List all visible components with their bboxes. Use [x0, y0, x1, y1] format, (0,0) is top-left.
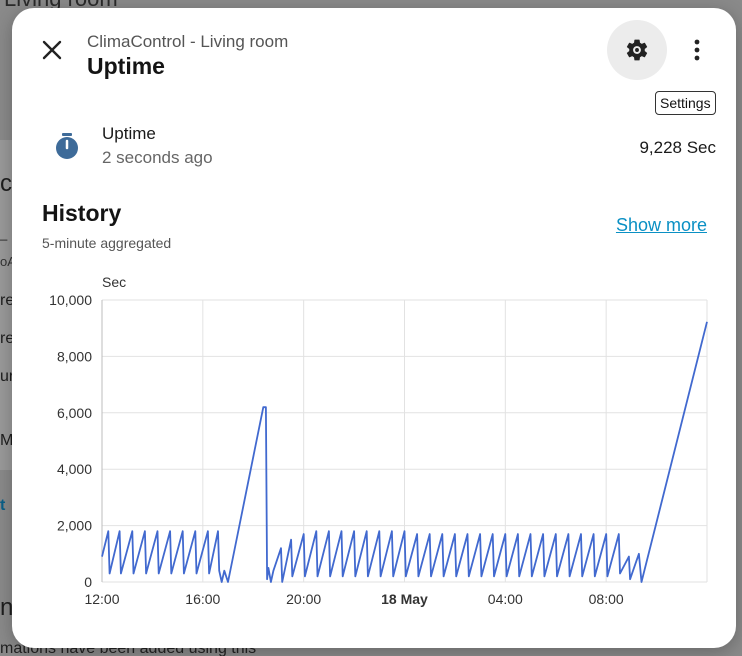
dialog-subtitle: ClimaControl - Living room: [87, 32, 289, 51]
y-axis-label: Sec: [102, 274, 126, 290]
x-tick-label: 12:00: [84, 591, 119, 607]
y-tick-label: 2,000: [57, 518, 92, 534]
entity-state-value: 9,228 Sec: [639, 138, 716, 157]
timer-icon: [56, 133, 78, 159]
x-tick-label: 18 May: [381, 591, 428, 607]
y-tick-label: 8,000: [57, 348, 92, 364]
y-tick-label: 0: [84, 574, 92, 590]
y-tick-label: 10,000: [49, 292, 92, 308]
entity-name: Uptime: [102, 124, 156, 143]
x-tick-label: 16:00: [185, 591, 220, 607]
show-more-link[interactable]: Show more: [616, 215, 707, 236]
y-tick-label: 4,000: [57, 461, 92, 477]
y-tick-label: 6,000: [57, 405, 92, 421]
entity-last-changed: 2 seconds ago: [102, 148, 213, 167]
background-text: c: [0, 170, 12, 197]
x-tick-label: 08:00: [589, 591, 624, 607]
x-tick-label: 20:00: [286, 591, 321, 607]
dialog-title: Uptime: [87, 53, 165, 79]
settings-tooltip: Settings: [655, 91, 716, 115]
more-vert-icon: [694, 39, 700, 61]
entity-row[interactable]: Uptime 2 seconds ago 9,228 Sec: [52, 121, 716, 173]
close-icon: [42, 40, 62, 60]
history-subtitle: 5-minute aggregated: [42, 235, 172, 251]
close-button[interactable]: [34, 32, 70, 68]
history-title: History: [42, 200, 122, 226]
background-text: _: [0, 226, 8, 241]
more-options-button[interactable]: [680, 32, 714, 68]
background-link[interactable]: t: [0, 497, 5, 515]
history-chart[interactable]: 0 2,000 4,000 6,000 8,000 10,000 12:00 16:00 20…: [12, 268, 736, 618]
gear-icon: [626, 39, 648, 61]
more-info-dialog: ClimaControl - Living room Uptime Settin…: [12, 8, 736, 648]
x-tick-label: 04:00: [488, 591, 523, 607]
settings-button[interactable]: [607, 20, 667, 80]
